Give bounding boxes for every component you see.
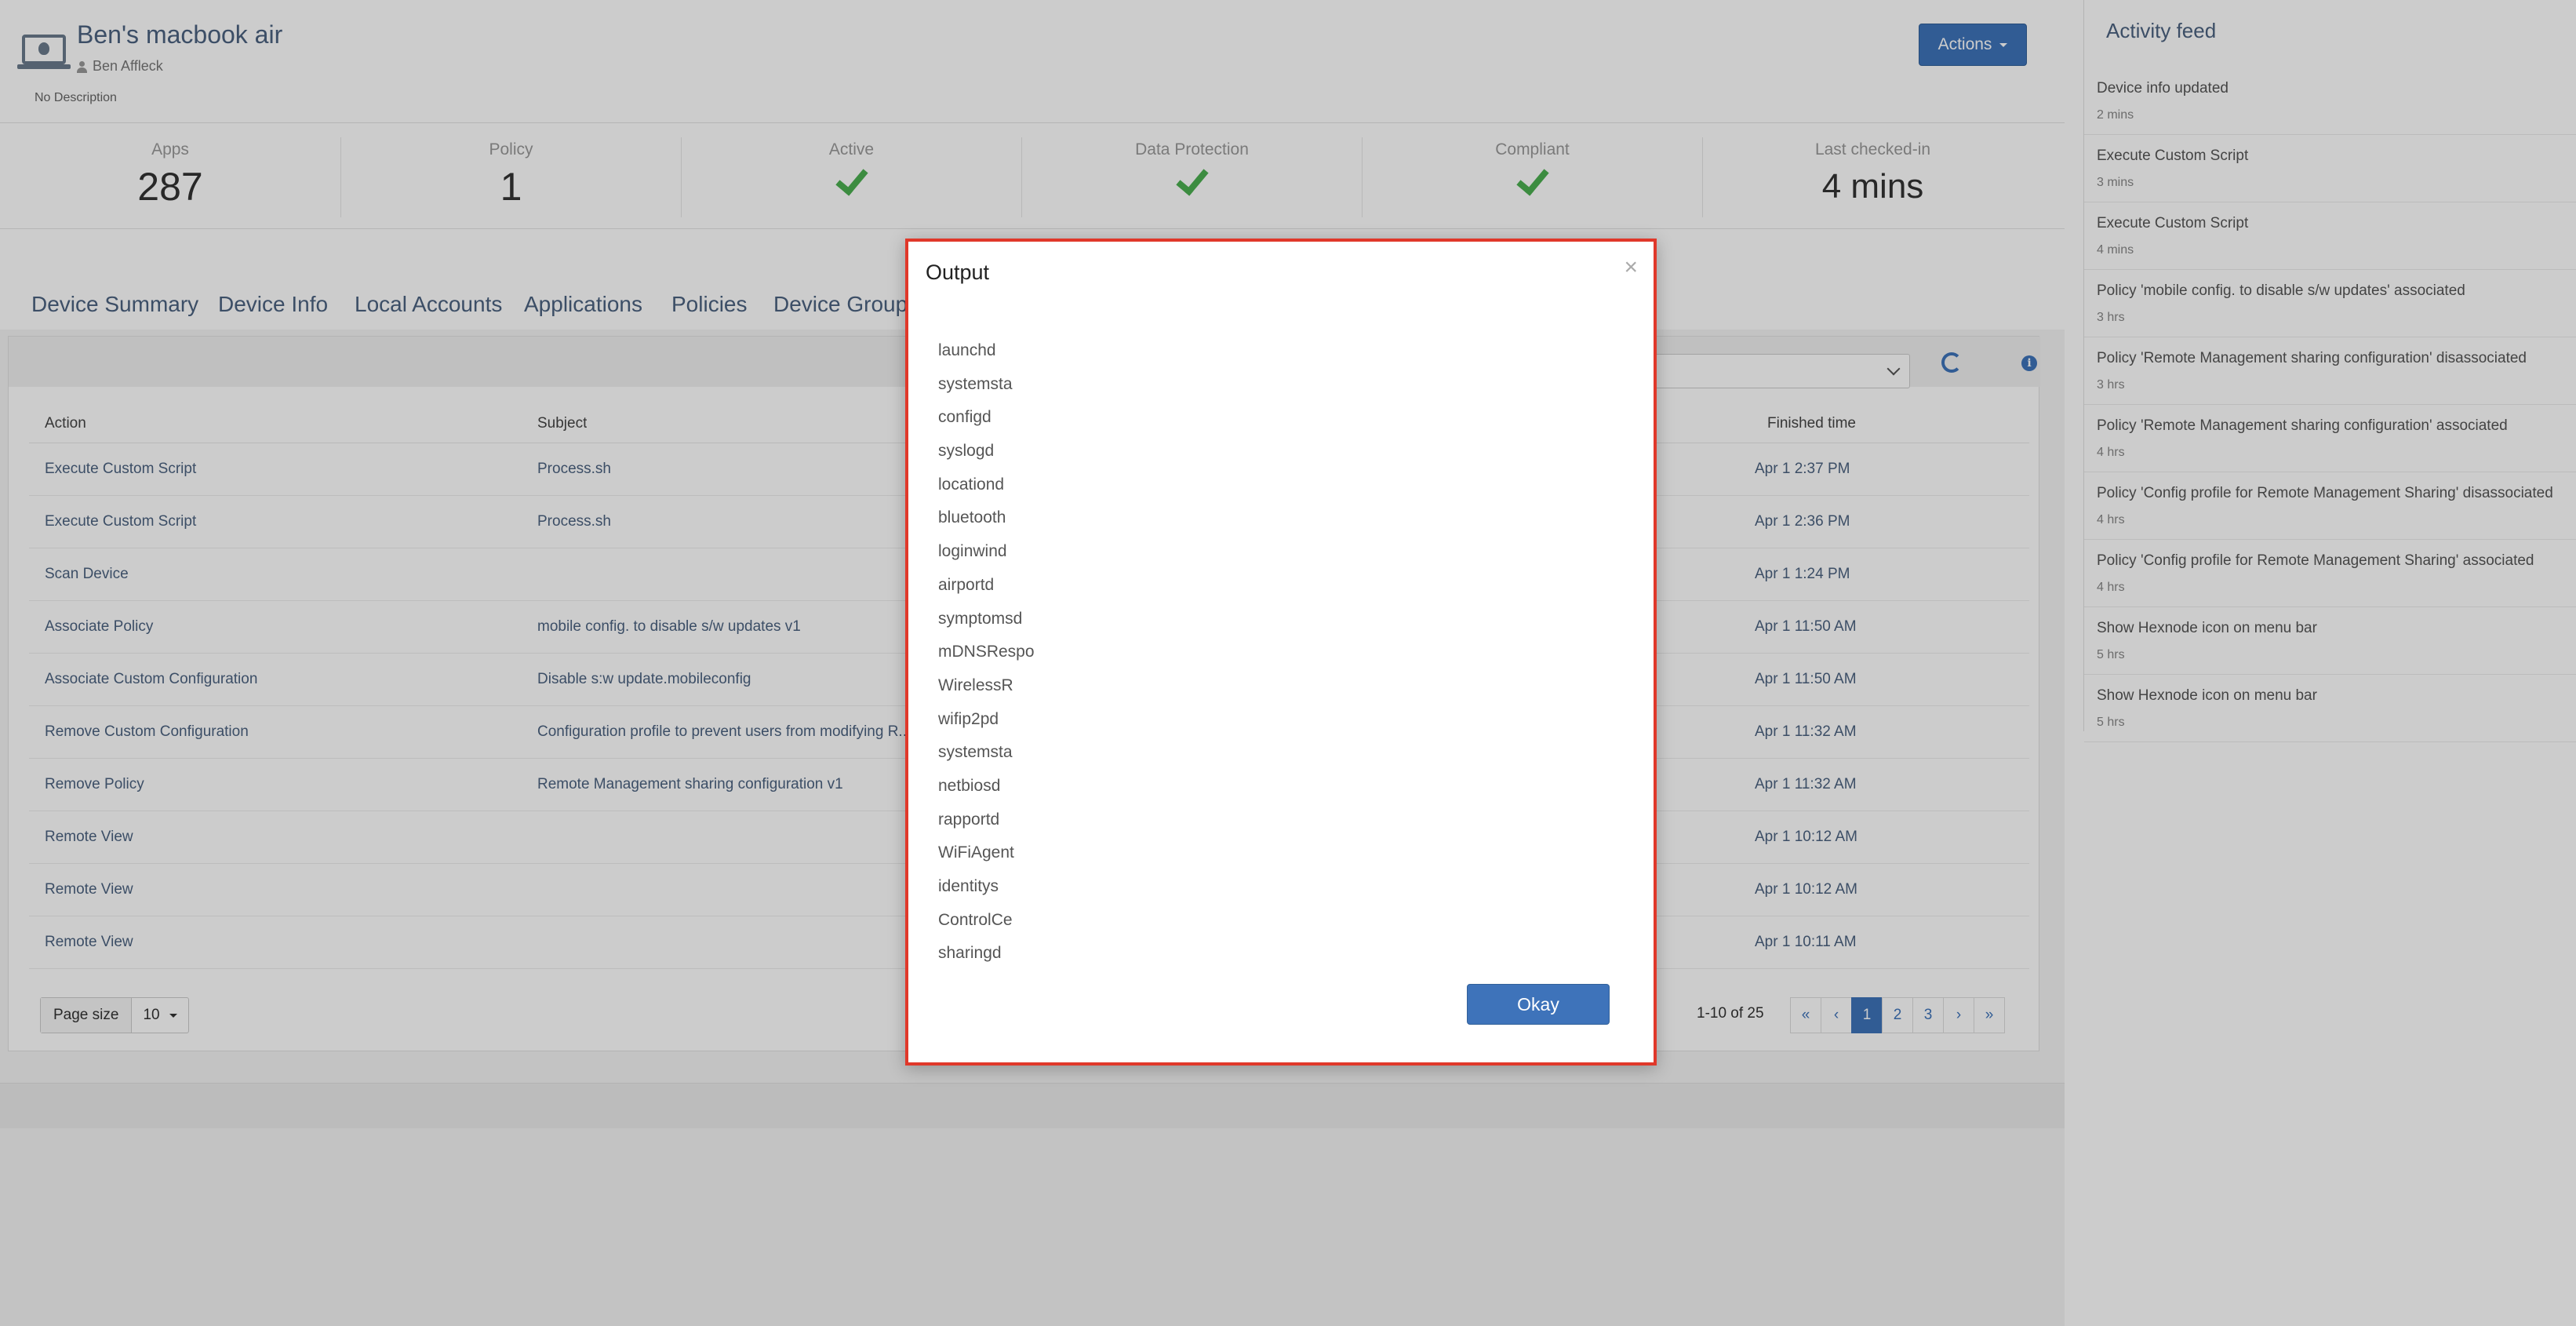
output-line: systemsta <box>938 743 1013 762</box>
output-line: systemsta <box>938 374 1013 393</box>
output-line: identitys <box>938 877 999 895</box>
output-line: bluetooth <box>938 508 1006 527</box>
output-line: locationd <box>938 475 1005 494</box>
output-line: syslogd <box>938 442 995 461</box>
output-line: loginwind <box>938 542 1007 561</box>
output-line: configd <box>938 408 991 427</box>
output-line: airportd <box>938 575 995 594</box>
output-line: ControlCe <box>938 910 1013 929</box>
output-line: wifip2pd <box>938 709 999 728</box>
close-icon[interactable]: × <box>1624 256 1638 279</box>
output-line: sharingd <box>938 944 1002 963</box>
output-line: symptomsd <box>938 609 1023 628</box>
modal-title: Output <box>926 260 990 284</box>
output-modal: Output × launchd systemsta configd syslo… <box>905 239 1657 1066</box>
output-list: launchd systemsta configd syslogd locati… <box>938 334 1035 971</box>
output-line: WirelessR <box>938 676 1013 694</box>
output-line: mDNSRespo <box>938 643 1035 661</box>
output-line: netbiosd <box>938 776 1001 795</box>
output-line: rapportd <box>938 810 1000 829</box>
okay-button[interactable]: Okay <box>1467 984 1610 1025</box>
output-line: launchd <box>938 341 996 359</box>
output-line: WiFiAgent <box>938 843 1014 862</box>
